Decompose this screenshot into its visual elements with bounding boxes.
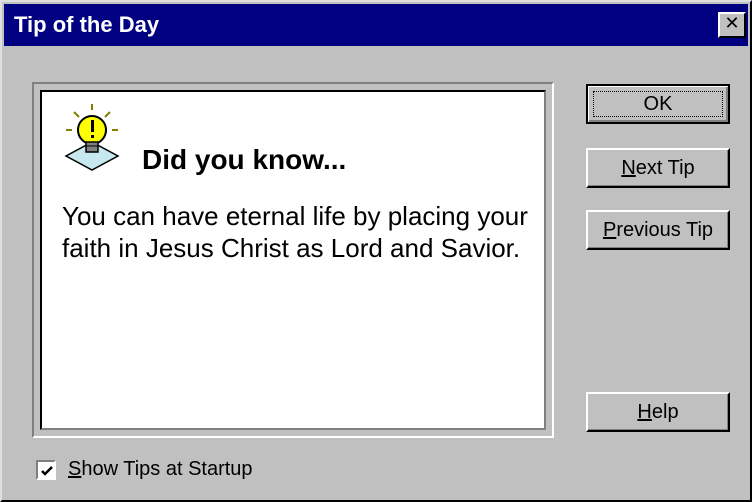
ok-button[interactable]: OK [586,84,730,124]
checkmark-icon [41,466,53,476]
help-button[interactable]: Help [586,392,730,432]
show-tips-label-text: how Tips at Startup [81,458,253,480]
previous-tip-button[interactable]: Previous Tip [586,210,730,250]
previous-tip-label: revious Tip [616,219,714,241]
tip-heading: Did you know... [142,144,347,175]
next-tip-label: ext Tip [635,157,695,179]
show-tips-mnemonic: S [68,458,82,480]
ok-button-label: OK [643,93,673,115]
tip-panel: Did you know... You can have eternal lif… [40,90,546,430]
tip-of-the-day-dialog: Tip of the Day ✕ Did you know... You can… [0,0,752,502]
close-icon: ✕ [724,13,740,34]
window-title: Tip of the Day [14,12,160,37]
title-bar[interactable]: Tip of the Day ✕ [4,4,748,46]
show-tips-checkbox[interactable] [36,460,56,480]
help-mnemonic: H [637,401,652,423]
previous-tip-mnemonic: P [602,219,617,241]
show-tips-label[interactable]: Show Tips at Startup [68,458,253,481]
next-tip-mnemonic: N [621,157,636,179]
lightbulb-icon [64,104,120,171]
tip-text: You can have eternal life by placing you… [62,201,528,263]
tip-frame: Did you know... You can have eternal lif… [32,82,554,438]
close-button[interactable]: ✕ [718,12,746,38]
next-tip-button[interactable]: Next Tip [586,148,730,188]
help-label: elp [651,401,679,423]
